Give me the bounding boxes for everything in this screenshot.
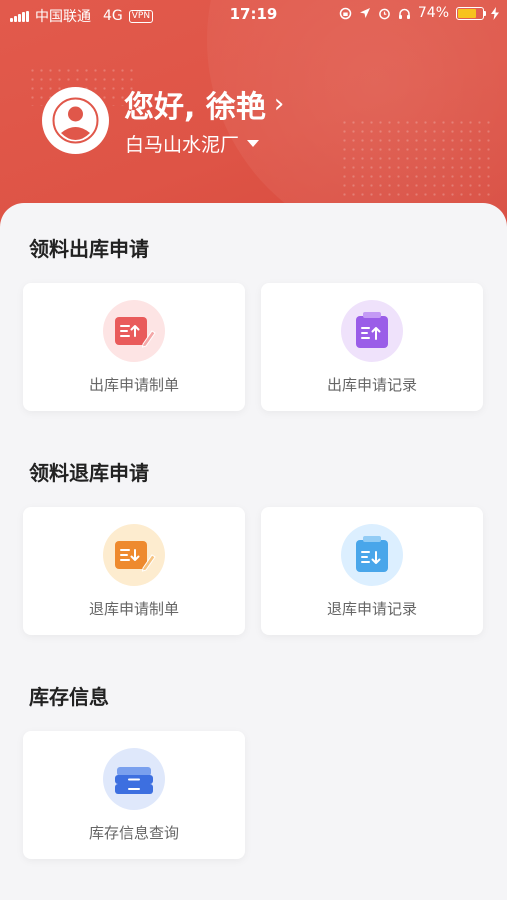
headphones-icon bbox=[398, 8, 410, 19]
factory-name: 白马山水泥厂 bbox=[125, 134, 240, 156]
clipboard-download-icon bbox=[341, 524, 403, 586]
edit-doc-upload-icon bbox=[103, 300, 165, 362]
outbound-request-records-card[interactable]: 出库申请记录 bbox=[261, 283, 483, 411]
dot-pattern-decoration bbox=[340, 118, 490, 198]
factory-selector[interactable]: 白马山水泥厂 bbox=[125, 130, 260, 157]
edit-doc-download-icon bbox=[103, 524, 165, 586]
chevron-right-icon: › bbox=[273, 89, 285, 119]
card-label: 出库申请记录 bbox=[326, 376, 417, 394]
return-request-records-card[interactable]: 退库申请记录 bbox=[261, 507, 483, 635]
card-label: 库存信息查询 bbox=[88, 824, 179, 842]
location-arrow-icon bbox=[359, 8, 370, 18]
battery-percent: 74% bbox=[417, 5, 449, 21]
alarm-clock-icon bbox=[379, 8, 390, 19]
user-avatar-icon bbox=[52, 97, 99, 144]
card-label: 退库申请制单 bbox=[88, 600, 179, 618]
inventory-drawer-icon bbox=[103, 748, 165, 810]
section-title-outbound: 领料出库申请 bbox=[29, 237, 149, 261]
screen-rotation-lock-icon bbox=[339, 7, 352, 19]
section-title-return: 领料退库申请 bbox=[29, 461, 149, 485]
card-label: 退库申请记录 bbox=[326, 600, 417, 618]
charging-bolt-icon bbox=[491, 6, 499, 20]
card-label: 出库申请制单 bbox=[88, 376, 179, 394]
greeting-text: 您好, 徐艳 bbox=[124, 90, 266, 125]
user-greeting[interactable]: 您好, 徐艳 › bbox=[124, 82, 284, 126]
avatar[interactable] bbox=[42, 87, 109, 154]
section-title-inventory: 库存信息 bbox=[29, 685, 109, 709]
outbound-request-form-card[interactable]: 出库申请制单 bbox=[23, 283, 245, 411]
dropdown-triangle-icon bbox=[247, 140, 260, 147]
clipboard-upload-icon bbox=[341, 300, 403, 362]
status-bar: 中国联通 4G VPN 17:19 74% bbox=[0, 0, 507, 28]
inventory-query-card[interactable]: 库存信息查询 bbox=[23, 731, 245, 859]
return-request-form-card[interactable]: 退库申请制单 bbox=[23, 507, 245, 635]
battery-icon bbox=[456, 6, 486, 20]
